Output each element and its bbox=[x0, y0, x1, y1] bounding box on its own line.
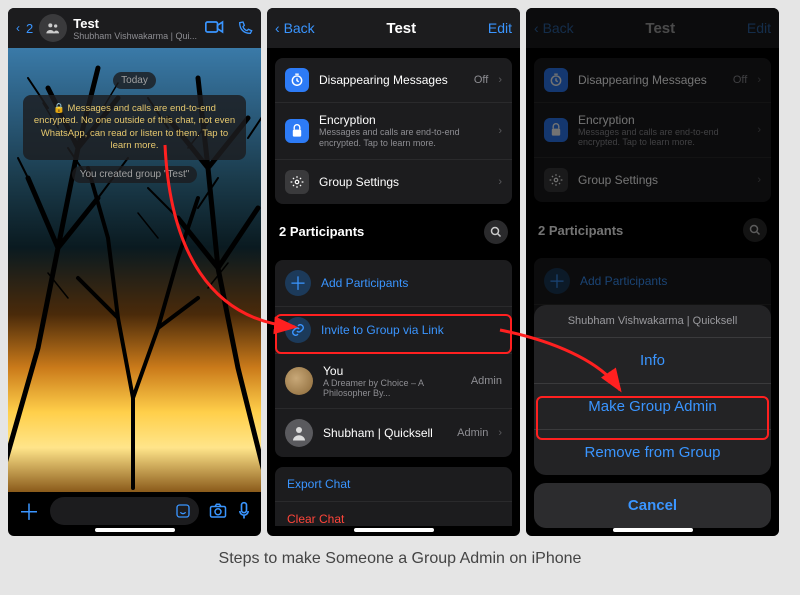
row-export[interactable]: Export Chat bbox=[275, 467, 512, 502]
sheet-title: Shubham Vishwakarma | Quicksell bbox=[534, 305, 771, 338]
chat-subtitle: Shubham Vishwakarma | Qui... bbox=[73, 31, 199, 41]
invite-label: Invite to Group via Link bbox=[321, 323, 444, 337]
section-participants: ＋ Add Participants Invite to Group via L… bbox=[275, 260, 512, 457]
chevron-right-icon: › bbox=[498, 176, 502, 188]
lock-icon: 🔒 bbox=[53, 103, 67, 114]
camera-icon[interactable] bbox=[209, 502, 227, 520]
timer-icon bbox=[285, 68, 309, 92]
sticker-icon[interactable] bbox=[175, 503, 191, 519]
input-bar: ＋ bbox=[8, 492, 261, 530]
message-input[interactable] bbox=[50, 497, 199, 525]
plus-icon[interactable]: ＋ bbox=[18, 495, 40, 527]
back-button[interactable]: ‹ Back bbox=[275, 20, 315, 36]
member2-label: Shubham | Quicksell bbox=[323, 426, 447, 440]
info-title: Test bbox=[321, 20, 482, 37]
row-clear[interactable]: Clear Chat bbox=[275, 502, 512, 526]
avatar-you bbox=[285, 367, 313, 395]
sheet-info[interactable]: Info bbox=[534, 338, 771, 384]
sheet-make-admin[interactable]: Make Group Admin bbox=[534, 384, 771, 430]
info-header: ‹ Back Test Edit bbox=[267, 8, 520, 48]
chat-title-block[interactable]: Test Shubham Vishwakarma | Qui... bbox=[73, 16, 199, 41]
you-sub: A Dreamer by Choice – A Philosopher By..… bbox=[323, 378, 461, 398]
people-icon bbox=[45, 20, 61, 36]
chevron-right-icon: › bbox=[498, 427, 502, 439]
row-disappearing[interactable]: Disappearing Messages Off › bbox=[275, 58, 512, 103]
group-settings-label: Group Settings bbox=[319, 175, 488, 189]
phone-actionsheet: ‹ Back Test Edit Disappearing Messages O… bbox=[526, 8, 779, 536]
sheet-cancel[interactable]: Cancel bbox=[534, 483, 771, 528]
section-chat-actions: Export Chat Clear Chat bbox=[275, 467, 512, 526]
disappearing-value: Off bbox=[474, 74, 488, 86]
group-avatar[interactable] bbox=[39, 14, 67, 42]
encryption-sub: Messages and calls are end-to-end encryp… bbox=[319, 127, 488, 149]
lock-icon bbox=[285, 119, 309, 143]
phone-groupinfo: ‹ Back Test Edit Disappearing Messages O… bbox=[267, 8, 520, 536]
you-label: You bbox=[323, 364, 461, 378]
sheet-remove[interactable]: Remove from Group bbox=[534, 430, 771, 475]
phone-chat: ‹ 2 Test Shubham Vishwakarma | Qui... To… bbox=[8, 8, 261, 536]
row-participant-shubham[interactable]: Shubham | Quicksell Admin › bbox=[275, 409, 512, 457]
admin-badge: Admin bbox=[457, 427, 488, 439]
section-settings: Disappearing Messages Off › Encryption M… bbox=[275, 58, 512, 204]
disappearing-label: Disappearing Messages bbox=[319, 73, 464, 87]
chat-wallpaper: Today 🔒 Messages and calls are end-to-en… bbox=[8, 48, 261, 492]
encryption-label: Encryption bbox=[319, 113, 488, 127]
person-icon bbox=[290, 424, 308, 442]
chat-header: ‹ 2 Test Shubham Vishwakarma | Qui... bbox=[8, 8, 261, 48]
add-label: Add Participants bbox=[321, 276, 408, 290]
home-indicator bbox=[613, 528, 693, 532]
participants-header: 2 Participants bbox=[267, 214, 520, 250]
row-group-settings[interactable]: Group Settings › bbox=[275, 160, 512, 204]
row-add-participants[interactable]: ＋ Add Participants bbox=[275, 260, 512, 307]
back-chevron-icon[interactable]: ‹ bbox=[16, 21, 20, 35]
plus-icon: ＋ bbox=[285, 270, 311, 296]
chevron-right-icon: › bbox=[498, 125, 502, 137]
row-encryption[interactable]: Encryption Messages and calls are end-to… bbox=[275, 103, 512, 160]
video-icon[interactable] bbox=[205, 20, 225, 34]
search-icon[interactable] bbox=[484, 220, 508, 244]
edit-button[interactable]: Edit bbox=[488, 20, 512, 36]
back-count[interactable]: 2 bbox=[26, 21, 33, 36]
row-invite-link[interactable]: Invite to Group via Link bbox=[275, 307, 512, 354]
mic-icon[interactable] bbox=[237, 501, 251, 521]
chevron-right-icon: › bbox=[498, 74, 502, 86]
info-scroll[interactable]: Disappearing Messages Off › Encryption M… bbox=[267, 48, 520, 526]
caption: Steps to make Someone a Group Admin on i… bbox=[0, 550, 800, 568]
created-chip: You created group "Test" bbox=[72, 166, 198, 183]
home-indicator bbox=[95, 528, 175, 532]
row-participant-you[interactable]: You A Dreamer by Choice – A Philosopher … bbox=[275, 354, 512, 409]
admin-badge: Admin bbox=[471, 375, 502, 387]
chat-title: Test bbox=[73, 16, 199, 31]
date-chip: Today bbox=[113, 72, 156, 89]
link-icon bbox=[285, 317, 311, 343]
avatar-shubham bbox=[285, 419, 313, 447]
gear-icon bbox=[285, 170, 309, 194]
home-indicator bbox=[354, 528, 434, 532]
phone-icon[interactable] bbox=[237, 20, 253, 36]
encryption-banner[interactable]: 🔒 Messages and calls are end-to-end encr… bbox=[23, 95, 246, 160]
action-sheet: Shubham Vishwakarma | Quicksell Info Mak… bbox=[534, 305, 771, 528]
